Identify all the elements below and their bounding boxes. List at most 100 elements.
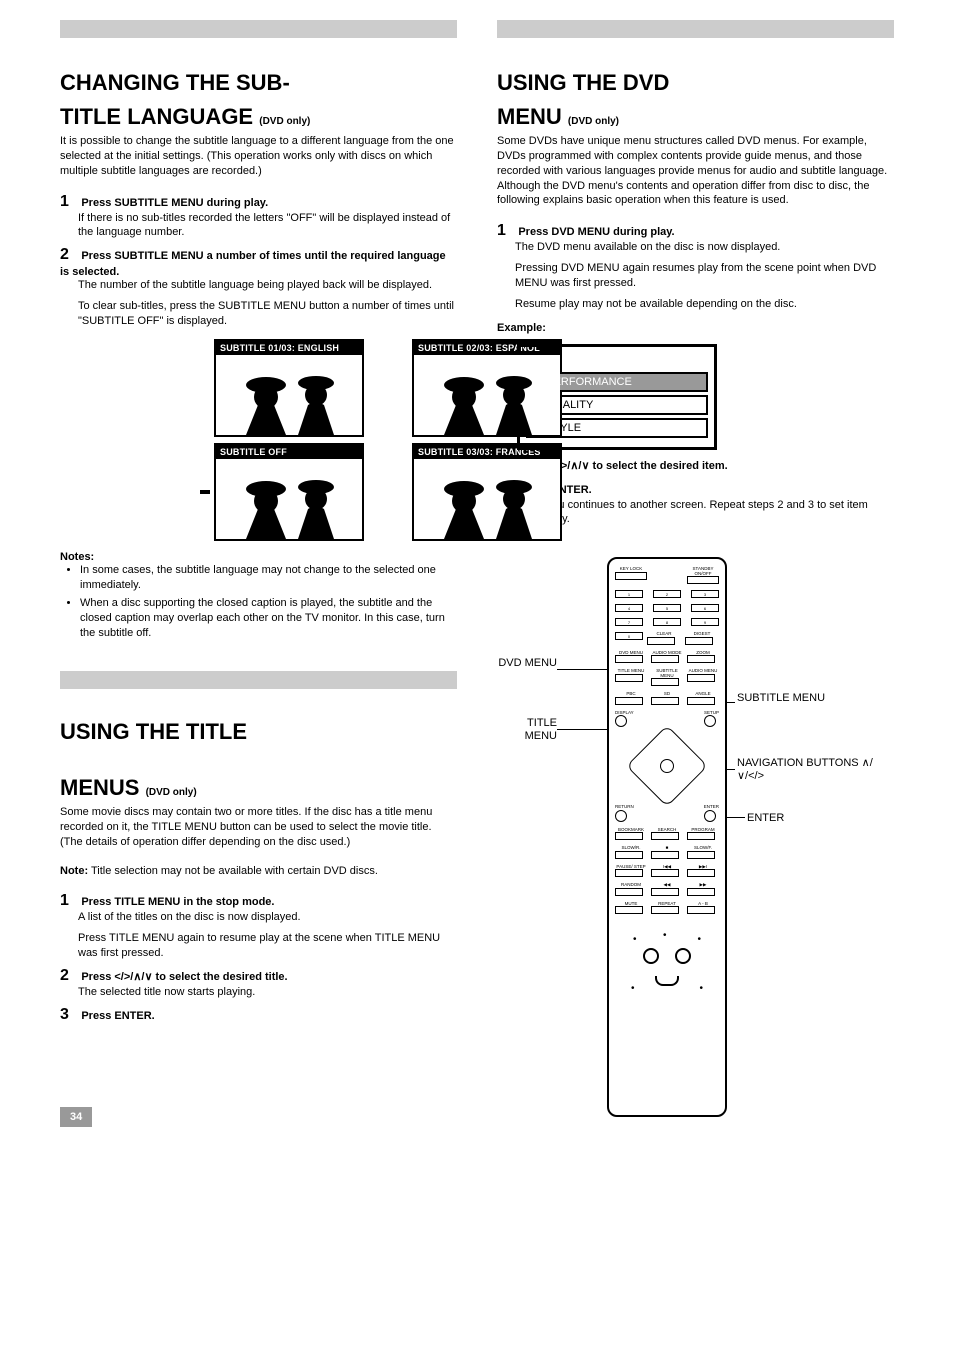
btn-next[interactable]	[687, 869, 715, 877]
btn-stop[interactable]	[651, 851, 679, 859]
header-sub-right	[497, 40, 894, 54]
nav-pad[interactable]	[638, 737, 696, 795]
page-number: 34	[60, 1107, 92, 1127]
btn-ab[interactable]	[687, 906, 715, 914]
title-step-3: Press ENTER.	[60, 1006, 457, 1024]
silhouette-3	[414, 459, 560, 539]
btn-8[interactable]: 8	[653, 618, 681, 626]
title-step3-head: Press ENTER.	[81, 1010, 154, 1022]
btn-program[interactable]	[687, 832, 715, 840]
dvdmenu-applies: (DVD only)	[568, 116, 619, 127]
callout-title-menu: TITLE MENU	[497, 717, 557, 743]
btn-random[interactable]	[615, 888, 643, 896]
btn-3[interactable]: 3	[691, 590, 719, 598]
btn-setup[interactable]	[704, 715, 716, 727]
btn-return-label: RETURN	[615, 805, 634, 810]
btn-mute[interactable]	[615, 906, 643, 914]
tv-screen-4: SUBTITLE OFF	[214, 443, 364, 541]
btn-1[interactable]: 1	[615, 590, 643, 598]
sub-step1-head: Press SUBTITLE MENU during play.	[81, 197, 268, 209]
subtitle-heading-1: CHANGING THE SUB-	[60, 70, 457, 96]
remote-face-icon: • • • • •	[637, 940, 697, 990]
tv4-label: SUBTITLE OFF	[216, 445, 362, 459]
section-divider	[60, 671, 457, 689]
btn-2[interactable]: 2	[653, 590, 681, 598]
btn-return[interactable]	[615, 810, 627, 822]
btn-key-lock-label: KEY LOCK	[615, 567, 647, 572]
dvdmenu-h2t: MENU	[497, 104, 562, 129]
title-menu-note: Note: Note: Title selection may not be a…	[60, 864, 457, 879]
callout-subtitle-menu: SUBTITLE MENU	[737, 692, 825, 705]
btn-audio-mode[interactable]	[651, 655, 679, 663]
btn-enter-label: ENTER	[704, 805, 719, 810]
header-bar-right	[497, 20, 894, 38]
btn-repeat[interactable]	[651, 906, 679, 914]
title-menu-h1: USING THE TITLE	[60, 719, 457, 745]
tv-screen-1: SUBTITLE 01/03: ENGLISH	[214, 339, 364, 437]
title-menu-applies: (DVD only)	[146, 787, 197, 798]
dvdmenu-intro: Some DVDs have unique menu structures ca…	[497, 134, 894, 208]
title-step2-b: The selected title now starts playing.	[78, 985, 457, 1000]
btn-digest[interactable]	[685, 637, 713, 645]
dvd-step1-head: Press DVD MENU during play.	[518, 226, 674, 238]
btn-audiomenu-label: AUDIO MENU	[687, 669, 719, 674]
btn-audio-menu[interactable]	[687, 674, 715, 682]
subtitle-step-1: Press SUBTITLE MENU during play. If ther…	[60, 193, 457, 241]
btn-dvd-menu[interactable]	[615, 655, 643, 663]
btn-forward[interactable]	[687, 888, 715, 896]
title-menu-h2t: MENUS	[60, 775, 139, 800]
btn-search[interactable]	[651, 832, 679, 840]
subtitle-step-2: Press SUBTITLE MENU a number of times un…	[60, 246, 457, 329]
dvd-step3-b: The menu continues to another screen. Re…	[515, 498, 894, 528]
title-step2-head: Press </>/∧/∨ to select the desired titl…	[81, 971, 287, 983]
btn-zoom[interactable]	[687, 655, 715, 663]
btn-slow-rev[interactable]	[615, 851, 643, 859]
btn-angle[interactable]	[687, 697, 715, 705]
title-step1-head: Press TITLE MENU in the stop mode.	[81, 896, 274, 908]
tv1-label: SUBTITLE 01/03: ENGLISH	[216, 341, 362, 355]
dvd-step1-d: Resume play may not be available dependi…	[515, 297, 894, 312]
example-label: Example:	[497, 322, 546, 334]
callout-dvd-menu: DVD MENU	[497, 657, 557, 670]
btn-audiomode-label: AUDIO MODE	[651, 651, 683, 656]
btn-pbc[interactable]	[615, 697, 643, 705]
sub-step2-body2: To clear sub-titles, press the SUBTITLE …	[78, 299, 457, 329]
btn-6[interactable]: 6	[691, 604, 719, 612]
silhouette-1	[216, 355, 362, 435]
btn-clear[interactable]	[647, 637, 675, 645]
btn-prev[interactable]	[651, 869, 679, 877]
silhouette-2	[414, 355, 560, 435]
btn-slow-fwd[interactable]	[687, 851, 715, 859]
btn-standby[interactable]	[687, 576, 719, 584]
sub-step2-body1: The number of the subtitle language bein…	[78, 278, 457, 293]
btn-sd[interactable]	[651, 697, 679, 705]
btn-subtitle-menu[interactable]	[651, 678, 679, 686]
callout-enter: ENTER	[747, 812, 784, 825]
btn-7[interactable]: 7	[615, 618, 643, 626]
btn-bookmark[interactable]	[615, 832, 643, 840]
title-menu-intro: Some movie discs may contain two or more…	[60, 805, 457, 850]
btn-title-menu[interactable]	[615, 674, 643, 682]
dvd-step1-b: The DVD menu available on the disc is no…	[515, 240, 894, 255]
notes-heading: Notes:	[60, 551, 457, 563]
btn-rewind[interactable]	[651, 888, 679, 896]
btn-program-label: PROGRAM	[687, 828, 719, 833]
btn-pause-label: PAUSE/ STEP	[615, 865, 647, 870]
header-bar-left	[60, 20, 457, 38]
sub-step1-body: If there is no sub-titles recorded the l…	[78, 211, 457, 241]
btn-9[interactable]: 9	[691, 618, 719, 626]
note-1: In some cases, the subtitle language may…	[80, 563, 457, 593]
dvdmenu-h2: MENU (DVD only)	[497, 104, 894, 130]
btn-key-lock[interactable]	[615, 572, 647, 580]
btn-4[interactable]: 4	[615, 604, 643, 612]
title-step-1: Press TITLE MENU in the stop mode. A lis…	[60, 892, 457, 961]
btn-display[interactable]	[615, 715, 627, 727]
btn-5[interactable]: 5	[653, 604, 681, 612]
subtitle-applies: (DVD only)	[259, 116, 310, 127]
btn-0[interactable]: 0	[615, 632, 643, 640]
btn-enter[interactable]	[704, 810, 716, 822]
btn-submenu-label: SUBTITLE MENU	[651, 669, 683, 678]
btn-titlemenu-label: TITLE MENU	[615, 669, 647, 674]
btn-pause[interactable]	[615, 869, 643, 877]
remote-diagram: DVD MENU TITLE MENU SUBTITLE MENU NAVIGA…	[497, 557, 894, 1117]
